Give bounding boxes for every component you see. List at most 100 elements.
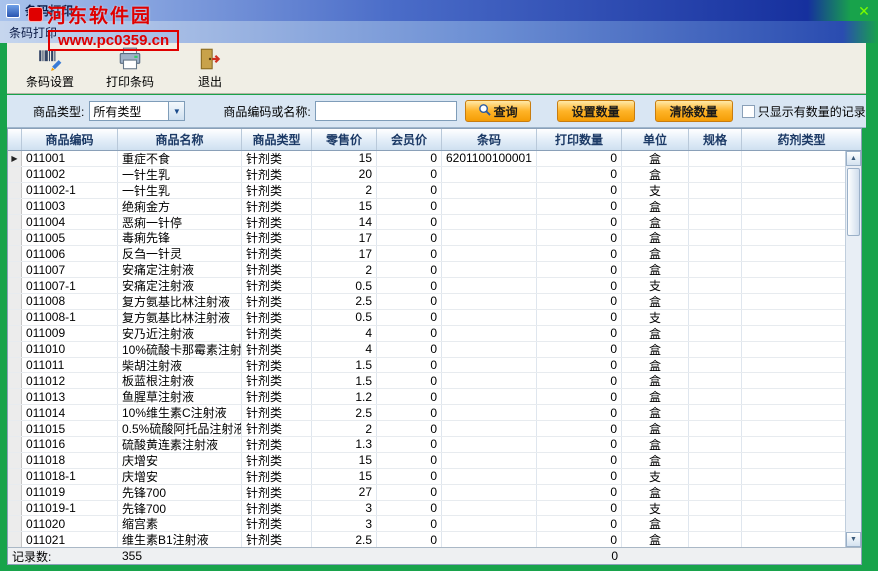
column-header-print-qty[interactable]: 打印数量: [537, 129, 622, 150]
cell-retail-price[interactable]: 4: [312, 325, 377, 341]
table-row[interactable]: 011015 0.5%硫酸阿托品注射液 针剂类 2 0 0 盒: [8, 421, 861, 438]
cell-type[interactable]: 针剂类: [242, 341, 312, 357]
cell-member-price[interactable]: 0: [377, 452, 442, 468]
cell-med-type[interactable]: [742, 278, 861, 294]
cell-retail-price[interactable]: 27: [312, 484, 377, 500]
cell-code[interactable]: 011010: [22, 341, 118, 357]
cell-barcode[interactable]: [442, 294, 537, 309]
cell-med-type[interactable]: [742, 198, 861, 214]
cell-retail-price[interactable]: 2.5: [312, 405, 377, 421]
cell-type[interactable]: 针剂类: [242, 198, 312, 214]
table-row[interactable]: 011002 一针生乳 针剂类 20 0 0 盒: [8, 166, 861, 183]
cell-retail-price[interactable]: 17: [312, 246, 377, 262]
cell-unit[interactable]: 盒: [622, 405, 689, 421]
cell-unit[interactable]: 盒: [622, 198, 689, 214]
row-selector-cell[interactable]: [8, 246, 22, 262]
cell-member-price[interactable]: 0: [377, 421, 442, 437]
cell-member-price[interactable]: 0: [377, 341, 442, 357]
cell-print-qty[interactable]: 0: [537, 405, 622, 421]
cell-unit[interactable]: 盒: [622, 166, 689, 182]
column-header-type[interactable]: 商品类型: [242, 129, 312, 150]
cell-spec[interactable]: [689, 341, 742, 357]
row-selector-cell[interactable]: [8, 484, 22, 500]
cell-name[interactable]: 庆增安: [118, 468, 242, 484]
cell-retail-price[interactable]: 17: [312, 230, 377, 246]
cell-type[interactable]: 针剂类: [242, 278, 312, 294]
row-selector-cell[interactable]: [8, 532, 22, 547]
cell-code[interactable]: 011009: [22, 325, 118, 341]
vertical-scrollbar[interactable]: ▲ ▼: [845, 151, 861, 547]
cell-member-price[interactable]: 0: [377, 198, 442, 214]
cell-barcode[interactable]: [442, 452, 537, 468]
cell-med-type[interactable]: [742, 151, 861, 166]
cell-print-qty[interactable]: 0: [537, 198, 622, 214]
cell-member-price[interactable]: 0: [377, 500, 442, 516]
cell-unit[interactable]: 盒: [622, 262, 689, 278]
cell-print-qty[interactable]: 0: [537, 309, 622, 325]
cell-type[interactable]: 针剂类: [242, 532, 312, 547]
barcode-settings-button[interactable]: 条码设置: [19, 46, 81, 90]
query-button[interactable]: 查询: [464, 100, 531, 122]
cell-print-qty[interactable]: 0: [537, 516, 622, 532]
cell-retail-price[interactable]: 3: [312, 500, 377, 516]
cell-member-price[interactable]: 0: [377, 389, 442, 405]
cell-med-type[interactable]: [742, 373, 861, 389]
cell-code[interactable]: 011005: [22, 230, 118, 246]
cell-type[interactable]: 针剂类: [242, 421, 312, 437]
table-row[interactable]: ▶ 011001 重症不食 针剂类 15 0 6201100100001 0 盒: [8, 151, 861, 167]
cell-spec[interactable]: [689, 309, 742, 325]
cell-spec[interactable]: [689, 278, 742, 294]
cell-unit[interactable]: 盒: [622, 516, 689, 532]
cell-type[interactable]: 针剂类: [242, 516, 312, 532]
cell-med-type[interactable]: [742, 294, 861, 309]
cell-med-type[interactable]: [742, 341, 861, 357]
cell-member-price[interactable]: 0: [377, 278, 442, 294]
set-quantity-button[interactable]: 设置数量: [556, 100, 635, 122]
cell-unit[interactable]: 支: [622, 182, 689, 198]
cell-member-price[interactable]: 0: [377, 262, 442, 278]
cell-code[interactable]: 011001: [22, 151, 118, 166]
cell-member-price[interactable]: 0: [377, 373, 442, 389]
cell-unit[interactable]: 盒: [622, 325, 689, 341]
cell-spec[interactable]: [689, 452, 742, 468]
cell-med-type[interactable]: [742, 357, 861, 373]
only-with-qty-checkbox[interactable]: 只显示有数量的记录: [741, 103, 866, 120]
table-row[interactable]: 011021 维生素B1注射液 针剂类 2.5 0 0 盒: [8, 532, 861, 547]
cell-spec[interactable]: [689, 532, 742, 547]
cell-print-qty[interactable]: 0: [537, 373, 622, 389]
table-row[interactable]: 011013 鱼腥草注射液 针剂类 1.2 0 0 盒: [8, 389, 861, 406]
table-row[interactable]: 011019 先锋700 针剂类 27 0 0 盒: [8, 484, 861, 501]
cell-type[interactable]: 针剂类: [242, 373, 312, 389]
cell-med-type[interactable]: [742, 182, 861, 198]
cell-med-type[interactable]: [742, 325, 861, 341]
cell-unit[interactable]: 盒: [622, 294, 689, 309]
cell-code[interactable]: 011002-1: [22, 182, 118, 198]
cell-spec[interactable]: [689, 484, 742, 500]
cell-member-price[interactable]: 0: [377, 437, 442, 452]
table-row[interactable]: 011018 庆增安 针剂类 15 0 0 盒: [8, 452, 861, 469]
cell-med-type[interactable]: [742, 389, 861, 405]
cell-barcode[interactable]: [442, 405, 537, 421]
row-selector-cell[interactable]: [8, 389, 22, 405]
cell-name[interactable]: 反刍一针灵: [118, 246, 242, 262]
column-header-unit[interactable]: 单位: [622, 129, 689, 150]
cell-retail-price[interactable]: 15: [312, 151, 377, 166]
cell-member-price[interactable]: 0: [377, 166, 442, 182]
cell-med-type[interactable]: [742, 484, 861, 500]
table-row[interactable]: 011014 10%维生素C注射液 针剂类 2.5 0 0 盒: [8, 405, 861, 422]
cell-type[interactable]: 针剂类: [242, 230, 312, 246]
cell-type[interactable]: 针剂类: [242, 214, 312, 230]
cell-print-qty[interactable]: 0: [537, 278, 622, 294]
cell-spec[interactable]: [689, 516, 742, 532]
cell-print-qty[interactable]: 0: [537, 166, 622, 182]
cell-print-qty[interactable]: 0: [537, 468, 622, 484]
column-header-code[interactable]: 商品编码: [22, 129, 118, 150]
cell-member-price[interactable]: 0: [377, 214, 442, 230]
cell-barcode[interactable]: [442, 357, 537, 373]
cell-retail-price[interactable]: 14: [312, 214, 377, 230]
row-selector-cell[interactable]: [8, 500, 22, 516]
cell-med-type[interactable]: [742, 309, 861, 325]
cell-spec[interactable]: [689, 468, 742, 484]
cell-member-price[interactable]: 0: [377, 325, 442, 341]
cell-unit[interactable]: 支: [622, 468, 689, 484]
